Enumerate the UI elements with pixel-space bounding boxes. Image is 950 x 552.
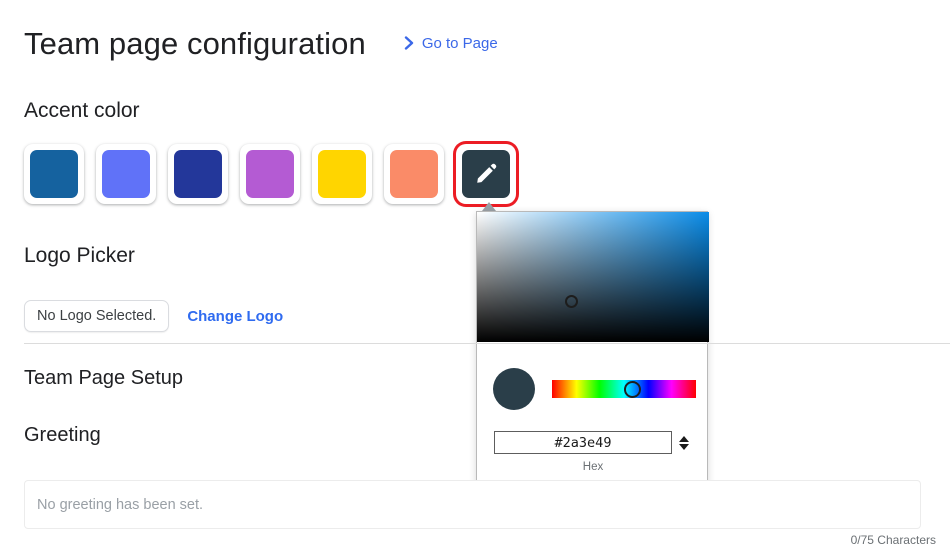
- triangle-up-icon[interactable]: [679, 435, 689, 442]
- swatch-navy-button[interactable]: [168, 144, 228, 204]
- swatch-yellow-chip: [318, 150, 366, 198]
- triangle-down-icon[interactable]: [679, 443, 689, 450]
- color-picker-pointer-arrow: [482, 202, 496, 211]
- swatch-yellow-button[interactable]: [312, 144, 372, 204]
- swatch-blue-chip: [30, 150, 78, 198]
- logo-picker-heading: Logo Picker: [24, 244, 135, 267]
- team-page-setup-heading: Team Page Setup: [24, 367, 183, 389]
- greeting-input[interactable]: No greeting has been set.: [24, 480, 921, 529]
- change-logo-link[interactable]: Change Logo: [187, 308, 283, 325]
- pencil-icon: [477, 163, 497, 183]
- hex-input-row: [494, 431, 690, 454]
- swatch-blue-button[interactable]: [24, 144, 84, 204]
- section-divider: [24, 343, 950, 344]
- accent-color-swatch-row: [24, 144, 516, 204]
- swatch-salmon-button[interactable]: [384, 144, 444, 204]
- hex-input[interactable]: [494, 431, 672, 454]
- saturation-value-marker[interactable]: [564, 295, 578, 309]
- go-to-page-label: Go to Page: [421, 34, 498, 52]
- logo-status-chip: No Logo Selected.: [24, 300, 170, 332]
- swatch-salmon-chip: [390, 150, 438, 198]
- custom-color-chip: [462, 150, 510, 198]
- logo-picker-row: No Logo Selected. Change Logo: [24, 300, 283, 332]
- go-to-page-link[interactable]: Go to Page: [404, 35, 498, 52]
- hex-input-label: Hex: [582, 461, 604, 473]
- page-title: Team page configuration: [24, 26, 366, 61]
- swatch-purple-button[interactable]: [240, 144, 300, 204]
- greeting-placeholder: No greeting has been set.: [37, 496, 204, 513]
- color-picker-popup: Hex: [476, 211, 709, 488]
- custom-color-edit-button[interactable]: [456, 144, 516, 204]
- swatch-periwinkle-chip: [102, 150, 150, 198]
- hue-slider-handle[interactable]: [624, 380, 642, 398]
- chevron-right-icon: [404, 36, 415, 50]
- swatch-periwinkle-button[interactable]: [96, 144, 156, 204]
- swatch-purple-chip: [246, 150, 294, 198]
- hue-slider[interactable]: [552, 380, 696, 398]
- saturation-value-panel[interactable]: [477, 212, 709, 342]
- swatch-navy-chip: [174, 150, 222, 198]
- hex-stepper[interactable]: [678, 435, 690, 450]
- color-preview-swatch: [493, 368, 535, 410]
- color-preview-row: [493, 368, 696, 410]
- greeting-heading: Greeting: [24, 424, 101, 446]
- accent-color-heading: Accent color: [24, 99, 140, 122]
- greeting-char-count: 0/75 Characters: [850, 533, 936, 547]
- page-header: Team page configuration Go to Page: [24, 28, 498, 59]
- color-picker-controls: Hex: [477, 342, 709, 487]
